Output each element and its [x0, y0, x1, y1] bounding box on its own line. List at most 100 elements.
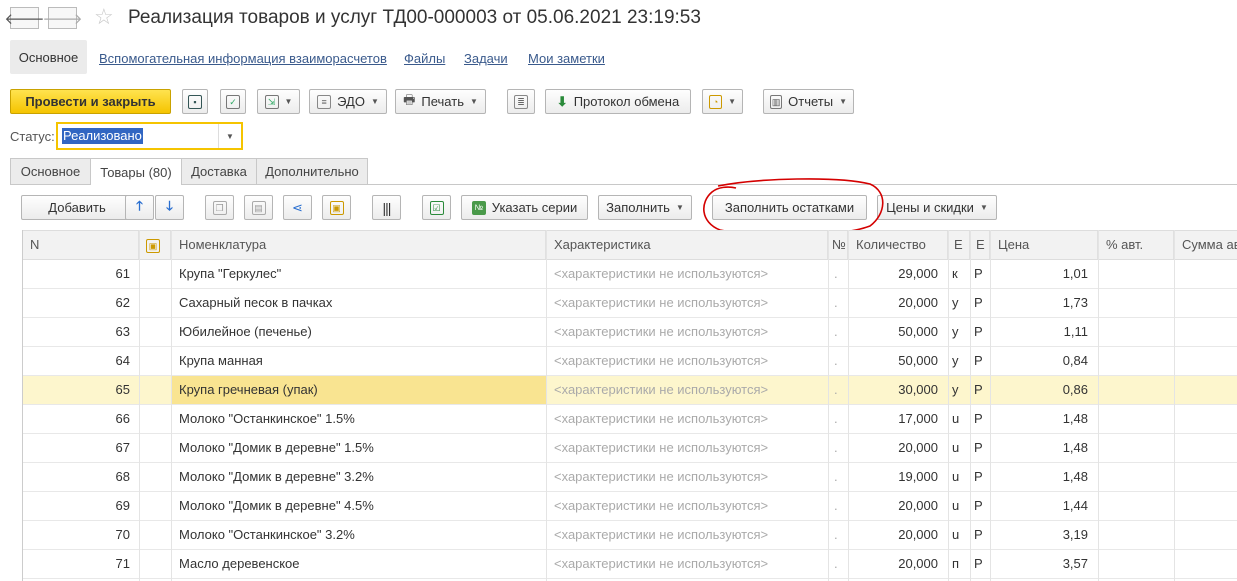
cell-characteristic[interactable]: <характеристики не используются> [546, 260, 828, 288]
col-n[interactable]: N [22, 231, 139, 259]
cell-unit[interactable]: u [952, 521, 968, 549]
status-value[interactable]: Реализовано [62, 128, 143, 144]
cell-unit[interactable]: у [952, 347, 968, 375]
cell-price[interactable]: 1,48 [990, 463, 1088, 491]
chevron-down-icon[interactable]: ▼ [218, 124, 241, 148]
cell-quantity[interactable]: 30,000 [848, 376, 938, 404]
cell-price[interactable]: 1,44 [990, 492, 1088, 520]
col-pick[interactable]: ▣ [139, 231, 171, 259]
tab-additional[interactable]: Дополнительно [256, 158, 368, 184]
attachments-button[interactable]: ◔ ▼ [702, 89, 743, 114]
tab-delivery[interactable]: Доставка [181, 158, 257, 184]
cell-characteristic[interactable]: <характеристики не используются> [546, 434, 828, 462]
nav-notes[interactable]: Мои заметки [528, 51, 605, 66]
cell-n[interactable]: 61 [22, 260, 130, 288]
specify-series-button[interactable]: № Указать серии [461, 195, 588, 220]
cell-quantity[interactable]: 19,000 [848, 463, 938, 491]
cell-unit[interactable]: к [952, 260, 968, 288]
post-and-close-button[interactable]: Провести и закрыть [10, 89, 171, 114]
cell-unit[interactable]: у [952, 376, 968, 404]
cell-characteristic[interactable]: <характеристики не используются> [546, 521, 828, 549]
col-number-sign[interactable]: № [828, 231, 848, 259]
cell-price[interactable]: 1,48 [990, 434, 1088, 462]
table-row[interactable]: 68 Молоко "Домик в деревне" 3.2% <характер… [22, 463, 1237, 492]
copy-button[interactable]: ❐ [205, 195, 234, 220]
back-button[interactable]: 🡐 [4, 7, 45, 29]
add-row-button[interactable]: Добавить [21, 195, 133, 220]
cell-unit2[interactable]: Р [974, 463, 988, 491]
print-button[interactable]: 🖶 Печать ▼ [395, 89, 486, 114]
table-row[interactable]: 62 Сахарный песок в пачках <характеристики… [22, 289, 1237, 318]
check-button[interactable]: ☑ [422, 195, 451, 220]
cell-price[interactable]: 3,57 [990, 550, 1088, 578]
cell-nomenclature[interactable]: Сахарный песок в пачках [171, 289, 546, 317]
cell-unit[interactable]: п [952, 550, 968, 578]
cell-unit2[interactable]: Р [974, 289, 988, 317]
cell-unit2[interactable]: Р [974, 492, 988, 520]
cell-nomenclature[interactable]: Молоко "Домик в деревне" 1.5% [171, 434, 546, 462]
nav-settlements-info[interactable]: Вспомогательная информация взаиморасчето… [99, 51, 387, 66]
col-unit[interactable]: Е [948, 231, 970, 259]
cell-n[interactable]: 68 [22, 463, 130, 491]
fill-button[interactable]: Заполнить ▼ [598, 195, 692, 220]
cell-quantity[interactable]: 20,000 [848, 434, 938, 462]
cell-quantity[interactable]: 29,000 [848, 260, 938, 288]
table-row[interactable]: 70 Молоко "Останкинское" 3.2% <характерист… [22, 521, 1237, 550]
cell-nomenclature[interactable]: Крупа "Геркулес" [171, 260, 546, 288]
cell-characteristic[interactable]: <характеристики не используются> [546, 550, 828, 578]
cell-n[interactable]: 69 [22, 492, 130, 520]
cell-n[interactable]: 67 [22, 434, 130, 462]
prices-discounts-button[interactable]: Цены и скидки ▼ [877, 195, 997, 220]
cell-quantity[interactable]: 20,000 [848, 492, 938, 520]
cell-n[interactable]: 65 [22, 376, 130, 404]
cell-characteristic[interactable]: <характеристики не используются> [546, 463, 828, 491]
cell-quantity[interactable]: 50,000 [848, 318, 938, 346]
cell-characteristic[interactable]: <характеристики не используются> [546, 347, 828, 375]
cell-unit[interactable]: u [952, 492, 968, 520]
cell-unit2[interactable]: Р [974, 318, 988, 346]
cell-nomenclature[interactable]: Крупа гречневая (упак) [171, 376, 546, 404]
cell-price[interactable]: 1,73 [990, 289, 1088, 317]
table-row[interactable]: 66 Молоко "Останкинское" 1.5% <характерист… [22, 405, 1237, 434]
cell-price[interactable]: 0,84 [990, 347, 1088, 375]
cell-characteristic[interactable]: <характеристики не используются> [546, 318, 828, 346]
cell-unit2[interactable]: Р [974, 347, 988, 375]
cell-quantity[interactable]: 20,000 [848, 289, 938, 317]
cell-unit2[interactable]: Р [974, 376, 988, 404]
structure-button[interactable]: ≣ [507, 89, 535, 114]
pick-button[interactable]: ▣ [322, 195, 351, 220]
table-row[interactable]: 69 Молоко "Домик в деревне" 4.5% <характер… [22, 492, 1237, 521]
cell-quantity[interactable]: 50,000 [848, 347, 938, 375]
col-unit2[interactable]: Е [970, 231, 990, 259]
cell-unit2[interactable]: Р [974, 550, 988, 578]
cell-unit2[interactable]: Р [974, 521, 988, 549]
tab-goods[interactable]: Товары (80) [90, 158, 182, 185]
star-icon[interactable]: ☆ [94, 4, 114, 30]
move-up-button[interactable]: 🡑 [125, 195, 154, 220]
nav-files[interactable]: Файлы [404, 51, 445, 66]
col-characteristic[interactable]: Характеристика [546, 231, 828, 259]
barcode-button[interactable]: ||| [372, 195, 401, 220]
post-button[interactable]: ✓ [220, 89, 246, 114]
reports-button[interactable]: ▥ Отчеты ▼ [763, 89, 854, 114]
cell-unit[interactable]: у [952, 289, 968, 317]
col-price[interactable]: Цена [990, 231, 1098, 259]
table-row[interactable]: 67 Молоко "Домик в деревне" 1.5% <характер… [22, 434, 1237, 463]
cell-price[interactable]: 3,19 [990, 521, 1088, 549]
cell-unit[interactable]: u [952, 434, 968, 462]
cell-unit2[interactable]: Р [974, 260, 988, 288]
cell-n[interactable]: 64 [22, 347, 130, 375]
cell-unit[interactable]: у [952, 318, 968, 346]
paste-button[interactable]: ▤ [244, 195, 273, 220]
cell-nomenclature[interactable]: Юбилейное (печенье) [171, 318, 546, 346]
cell-n[interactable]: 70 [22, 521, 130, 549]
table-row[interactable]: 63 Юбилейное (печенье) <характеристики не … [22, 318, 1237, 347]
tab-main[interactable]: Основное [10, 158, 91, 184]
move-down-button[interactable]: 🡓 [155, 195, 184, 220]
cell-price[interactable]: 1,48 [990, 405, 1088, 433]
split-row-button[interactable]: ⋖ [283, 195, 312, 220]
table-row[interactable]: 61 Крупа "Геркулес" <характеристики не исп… [22, 260, 1237, 289]
nav-tasks[interactable]: Задачи [464, 51, 508, 66]
exchange-log-button[interactable]: ⬇ Протокол обмена [545, 89, 691, 114]
col-auto-percent[interactable]: % авт. [1098, 231, 1174, 259]
